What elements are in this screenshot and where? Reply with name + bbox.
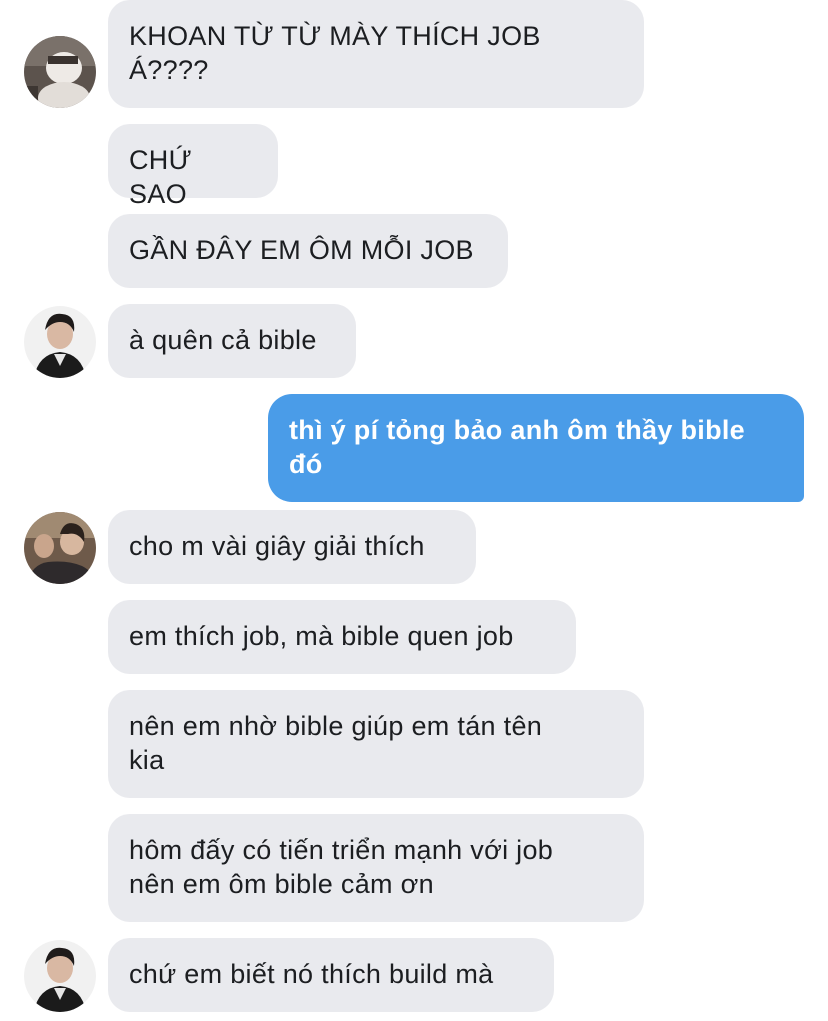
avatar-photo-icon: [24, 512, 96, 584]
message-bubble[interactable]: KHOAN TỪ TỪ MÀY THÍCH JOB Á????: [108, 0, 644, 108]
message-bubble[interactable]: à quên cả bible: [108, 304, 356, 378]
sender-avatar[interactable]: [24, 36, 96, 108]
sender-avatar[interactable]: [24, 512, 96, 584]
chat-thread: KHOAN TỪ TỪ MÀY THÍCH JOB Á???? CHỨ SAO …: [0, 0, 828, 1021]
avatar-photo-icon: [24, 940, 96, 1012]
sender-avatar[interactable]: [24, 940, 96, 1012]
message-bubble[interactable]: hôm đấy có tiến triển mạnh với job nên e…: [108, 814, 644, 922]
message-bubble[interactable]: nên em nhờ bible giúp em tán tên kia: [108, 690, 644, 798]
message-bubble[interactable]: CHỨ SAO: [108, 124, 278, 209]
message-bubble[interactable]: em thích job, mà bible quen job: [108, 600, 576, 674]
avatar-photo-icon: [24, 306, 96, 378]
message-bubble[interactable]: cho m vài giây giải thích: [108, 510, 476, 584]
sender-avatar[interactable]: [24, 306, 96, 378]
avatar-photo-icon: [24, 36, 96, 108]
message-bubble[interactable]: chứ em biết nó thích build mà: [108, 938, 554, 1012]
message-bubble-outgoing[interactable]: thì ý pí tỏng bảo anh ôm thầy bible đó: [268, 394, 804, 502]
message-bubble[interactable]: GẦN ĐÂY EM ÔM MỖI JOB: [108, 214, 508, 288]
